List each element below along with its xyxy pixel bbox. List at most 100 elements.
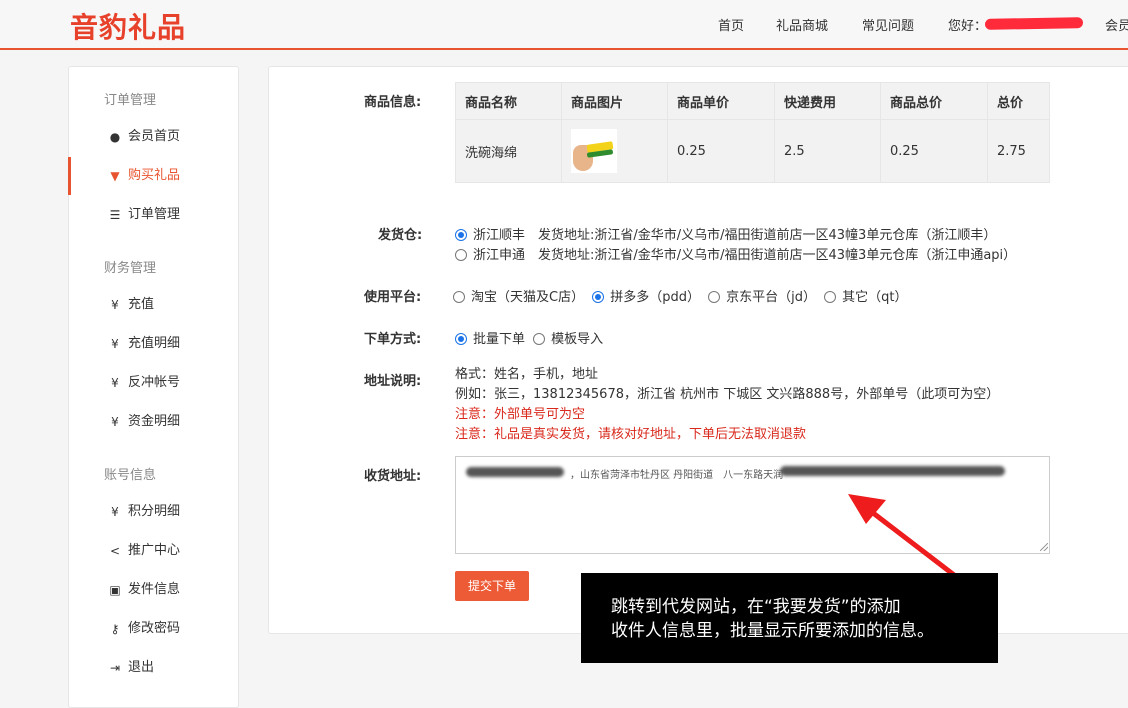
sidebar-item-label: 充值明细 xyxy=(128,336,181,351)
sidebar-item-label: 推广中心 xyxy=(128,543,181,558)
redacted-username xyxy=(984,17,1084,30)
cell-product-name: 洗碗海绵 xyxy=(455,119,562,183)
top-header: 音豹礼品 首页 礼品商城 常见问题 您好： 会员 xyxy=(0,0,1128,50)
sponge-image xyxy=(571,129,617,173)
order-method-options: 批量下单 模板导入 xyxy=(455,328,607,347)
user-circle-icon: ● xyxy=(109,130,121,144)
radio-button[interactable] xyxy=(453,291,465,303)
product-table: 商品名称 商品图片 商品单价 快递费用 商品总价 总价 洗碗海绵 0.25 2.… xyxy=(455,82,1050,183)
platform-label: 使用平台: xyxy=(364,290,422,305)
nav-gift-mall[interactable]: 礼品商城 xyxy=(776,15,828,34)
radio-button[interactable] xyxy=(455,249,467,261)
nav-home[interactable]: 首页 xyxy=(718,15,744,34)
radio-button[interactable] xyxy=(455,333,467,345)
sidebar-group-title: 财务管理 xyxy=(104,261,157,276)
address-note: 注意：礼品是真实发货，请核对好地址，下单后无法取消退款 xyxy=(455,427,807,442)
recipient-label: 收货地址: xyxy=(364,469,422,484)
sidebar-group-title: 账号信息 xyxy=(104,468,157,483)
col-header: 商品总价 xyxy=(880,82,988,120)
list-icon: ☰ xyxy=(109,208,121,222)
address-format-text: 格式：姓名，手机，地址 xyxy=(455,367,599,382)
sidebar-item-sender-info[interactable]: ▣ 发件信息 xyxy=(69,571,238,609)
sidebar-item-label: 订单管理 xyxy=(128,207,181,222)
site-logo[interactable]: 音豹礼品 xyxy=(70,6,186,46)
cart-icon: ▼ xyxy=(110,169,120,183)
warehouse-option-zjst[interactable]: 浙江申通 发货地址:浙江省/金华市/义乌市/福田街道前店一区43幢3单元仓库（浙… xyxy=(455,244,1016,263)
nav-faq[interactable]: 常见问题 xyxy=(862,15,914,34)
sidebar-item-label: 发件信息 xyxy=(128,582,181,597)
table-header-row: 商品名称 商品图片 商品单价 快递费用 商品总价 总价 xyxy=(455,82,1050,120)
sidebar-item-label: 购买礼品 xyxy=(128,168,181,183)
cell-total: 2.75 xyxy=(987,119,1050,183)
option-label: 拼多多（pdd） xyxy=(610,290,700,305)
platform-option-other[interactable]: 其它（qt） xyxy=(824,286,908,305)
annotation-callout: 跳转到代发网站，在“我要发货”的添加 收件人信息里，批量显示所要添加的信息。 xyxy=(581,573,998,663)
col-header: 快递费用 xyxy=(774,82,881,120)
sidebar-item-label: 积分明细 xyxy=(128,504,181,519)
radio-button[interactable] xyxy=(824,291,837,303)
cell-product-image xyxy=(561,119,668,183)
sidebar-item-fund-detail[interactable]: ¥ 资金明细 xyxy=(69,403,238,441)
sidebar-item-orders[interactable]: ☰ 订单管理 xyxy=(69,196,238,234)
sidebar-item-label: 资金明细 xyxy=(128,414,181,429)
yen-icon: ¥ xyxy=(111,337,119,351)
radio-button[interactable] xyxy=(533,333,546,345)
address-help-label: 地址说明: xyxy=(364,374,422,389)
sidebar-item-logout[interactable]: ⇥ 退出 xyxy=(69,649,238,687)
radio-button[interactable] xyxy=(708,291,721,303)
logout-icon: ⇥ xyxy=(109,661,121,675)
option-label: 淘宝（天猫及C店） xyxy=(471,290,585,305)
yen-icon: ¥ xyxy=(111,505,119,519)
address-note: 注意：外部单号可为空 xyxy=(455,407,586,422)
nav-member[interactable]: 会员 xyxy=(1105,15,1128,34)
radio-button[interactable] xyxy=(455,229,467,241)
sidebar-item-label: 会员首页 xyxy=(128,129,181,144)
product-info-label: 商品信息: xyxy=(364,95,422,110)
yen-icon: ¥ xyxy=(111,415,119,429)
id-card-icon: ▣ xyxy=(109,583,121,597)
callout-line: 收件人信息里，批量显示所要添加的信息。 xyxy=(611,621,934,641)
option-label: 模板导入 xyxy=(551,332,604,347)
option-label: 京东平台（jd） xyxy=(726,290,816,305)
redacted-recipient-name xyxy=(466,467,564,477)
platform-options: 淘宝（天猫及C店） 拼多多（pdd） 京东平台（jd） 其它（qt） xyxy=(453,286,912,305)
order-method-batch[interactable]: 批量下单 xyxy=(455,328,525,347)
order-method-label: 下单方式: xyxy=(364,332,422,347)
share-icon: < xyxy=(109,544,121,558)
option-label: 浙江顺丰 发货地址:浙江省/金华市/义乌市/福田街道前店一区43幢3单元仓库（浙… xyxy=(473,228,997,243)
warehouse-label: 发货仓: xyxy=(378,228,423,243)
sidebar-item-label: 修改密码 xyxy=(128,621,181,636)
cell-shipping: 2.5 xyxy=(774,119,881,183)
sidebar-item-label: 充值 xyxy=(128,297,155,312)
sidebar-item-recharge[interactable]: ¥ 充值 xyxy=(69,286,238,324)
sidebar: 订单管理 ● 会员首页 ▼ 购买礼品 ☰ 订单管理 财务管理 ¥ 充值 ¥ 充值… xyxy=(68,66,239,708)
sidebar-item-points-detail[interactable]: ¥ 积分明细 xyxy=(69,493,238,531)
sidebar-item-change-password[interactable]: ⚷ 修改密码 xyxy=(69,610,238,648)
sidebar-item-reverse-account[interactable]: ¥ 反冲帐号 xyxy=(69,364,238,402)
sidebar-item-member-home[interactable]: ● 会员首页 xyxy=(69,118,238,156)
cell-unit-price: 0.25 xyxy=(667,119,775,183)
sidebar-item-promotion[interactable]: < 推广中心 xyxy=(69,532,238,570)
sidebar-item-recharge-detail[interactable]: ¥ 充值明细 xyxy=(69,325,238,363)
sidebar-item-buy-gift[interactable]: ▼ 购买礼品 xyxy=(68,157,238,195)
platform-option-taobao[interactable]: 淘宝（天猫及C店） xyxy=(453,286,584,305)
option-label: 其它（qt） xyxy=(842,290,908,305)
sidebar-group-title: 订单管理 xyxy=(104,93,157,108)
col-header: 商品单价 xyxy=(667,82,775,120)
col-header: 总价 xyxy=(987,82,1050,120)
table-row: 洗碗海绵 0.25 2.5 0.25 2.75 xyxy=(455,119,1050,183)
warehouse-option-zjsf[interactable]: 浙江顺丰 发货地址:浙江省/金华市/义乌市/福田街道前店一区43幢3单元仓库（浙… xyxy=(455,224,996,243)
option-label: 批量下单 xyxy=(473,332,526,347)
redacted-recipient-detail xyxy=(780,466,1005,476)
radio-button[interactable] xyxy=(592,291,605,303)
platform-option-jd[interactable]: 京东平台（jd） xyxy=(708,286,816,305)
resize-handle-icon[interactable] xyxy=(1040,543,1048,551)
col-header: 商品图片 xyxy=(561,82,668,120)
cell-subtotal: 0.25 xyxy=(880,119,988,183)
submit-order-button[interactable]: 提交下单 xyxy=(455,571,529,601)
platform-option-pdd[interactable]: 拼多多（pdd） xyxy=(592,286,700,305)
recipient-address-text: ，山东省菏泽市牡丹区 丹阳街道 八一东路天润 xyxy=(570,470,784,481)
yen-icon: ¥ xyxy=(111,298,119,312)
sidebar-item-label: 退出 xyxy=(128,660,155,675)
order-method-template[interactable]: 模板导入 xyxy=(533,328,603,347)
